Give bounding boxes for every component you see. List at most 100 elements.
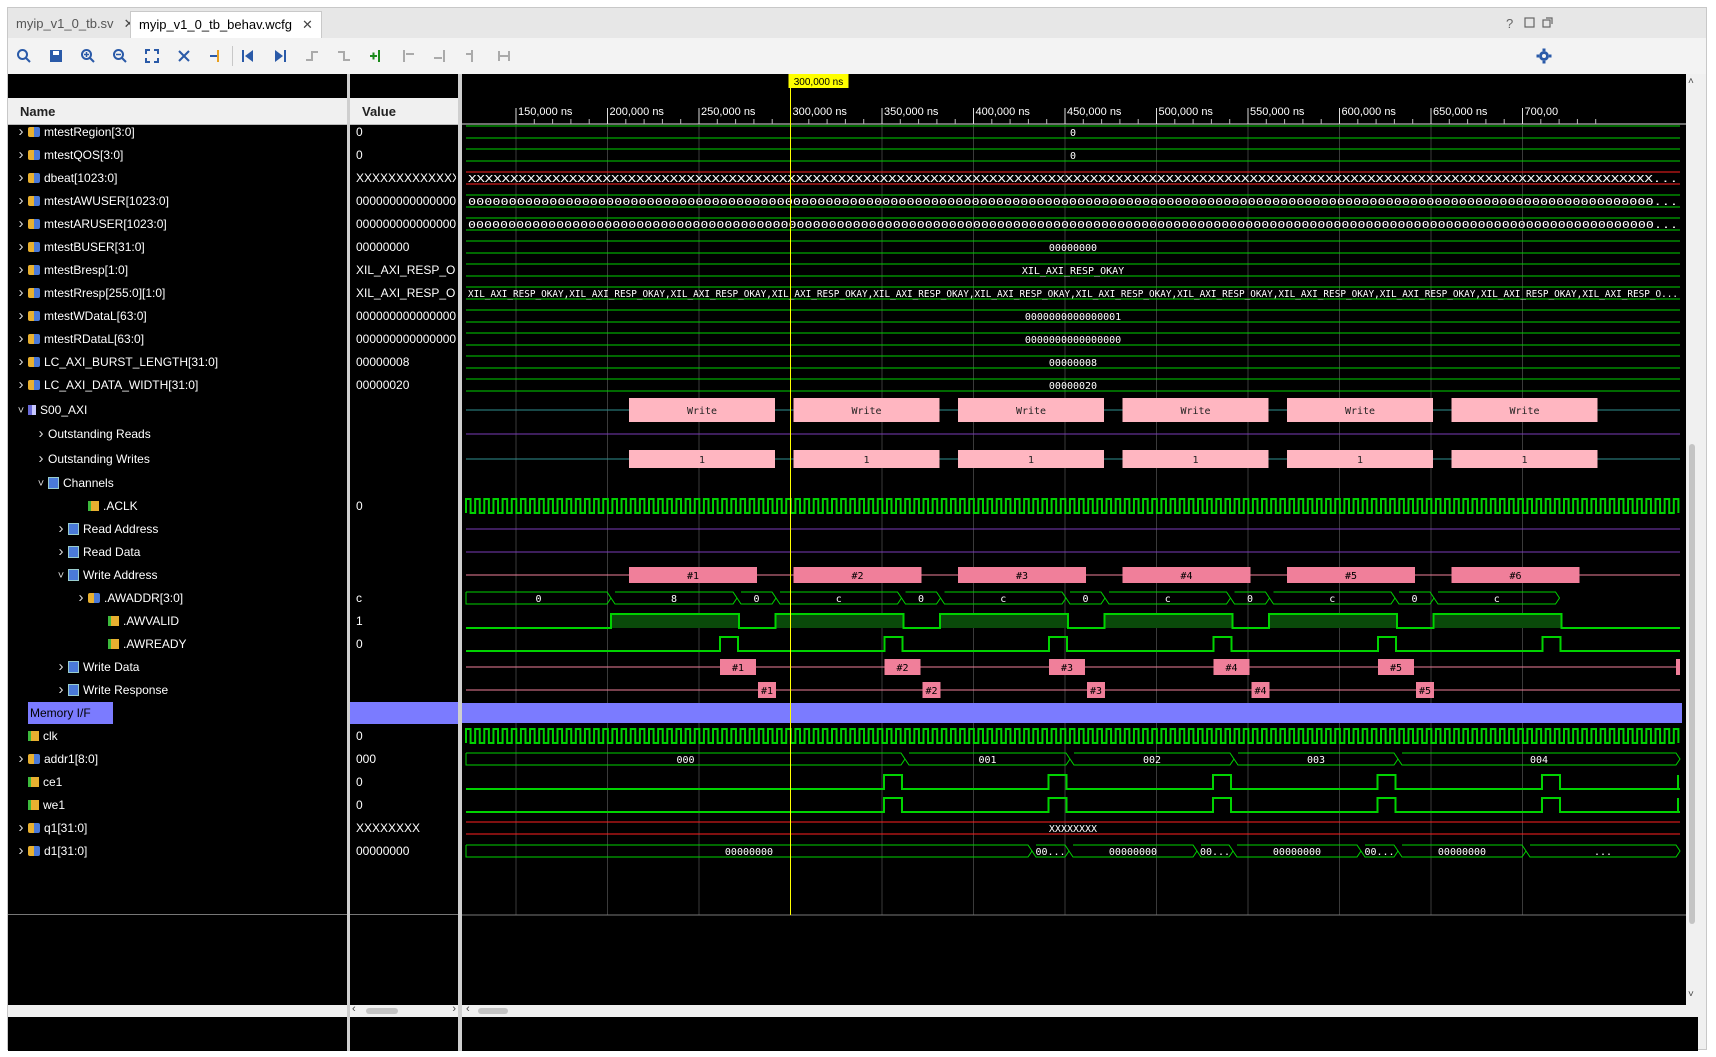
signal-row[interactable]: › mtestRresp[255:0][1:0]: [8, 282, 166, 304]
collapse-chevron-icon[interactable]: ˅: [34, 473, 48, 495]
signal-name: mtestRresp[255:0][1:0]: [44, 286, 166, 300]
signal-row[interactable]: › addr1[8:0]: [8, 748, 99, 770]
expand-chevron-icon[interactable]: ›: [54, 541, 68, 563]
scroll-down-icon[interactable]: ˅: [1688, 989, 1694, 1000]
signal-row[interactable]: we1: [8, 794, 65, 816]
signal-row[interactable]: › mtestARUSER[1023:0]: [8, 213, 167, 235]
scroll-left-icon[interactable]: ‹: [466, 1003, 470, 1015]
expand-chevron-icon[interactable]: ›: [14, 236, 28, 258]
expand-chevron-icon[interactable]: ›: [14, 374, 28, 396]
value-hscrollbar[interactable]: ‹ ›: [350, 1003, 458, 1017]
signal-row[interactable]: .ACLK: [8, 495, 138, 517]
signal-row[interactable]: › LC_AXI_BURST_LENGTH[31:0]: [8, 351, 219, 373]
expand-chevron-icon[interactable]: ›: [54, 656, 68, 678]
waveform-canvas[interactable]: 150,000 ns 200,000 ns 250,000 ns 300,000 ns…: [462, 74, 1698, 1005]
wave-vscrollbar[interactable]: ˄ ˅: [1686, 74, 1698, 1005]
go-to-end-icon[interactable]: [268, 44, 292, 68]
collapse-chevron-icon[interactable]: ˅: [14, 400, 28, 422]
scroll-left-icon[interactable]: ‹: [352, 1003, 356, 1015]
expand-chevron-icon[interactable]: ›: [14, 817, 28, 839]
expand-chevron-icon[interactable]: ›: [14, 213, 28, 235]
search-icon[interactable]: [12, 44, 36, 68]
expand-chevron-icon[interactable]: ›: [14, 328, 28, 350]
next-marker-icon[interactable]: [428, 44, 452, 68]
signal-row[interactable]: .AWREADY: [8, 633, 187, 655]
signal-row[interactable]: › Outstanding Writes: [8, 448, 150, 470]
zoom-fit-icon[interactable]: [140, 44, 164, 68]
signal-row[interactable]: ˅ Write Address: [8, 564, 158, 587]
settings-icon[interactable]: [1532, 44, 1556, 68]
expand-chevron-icon[interactable]: ›: [14, 121, 28, 143]
signal-row[interactable]: › mtestRDataL[63:0]: [8, 328, 145, 350]
signal-row[interactable]: ˅ S00_AXI: [8, 399, 88, 422]
signal-row[interactable]: › mtestBUSER[31:0]: [8, 236, 145, 258]
save-icon[interactable]: [44, 44, 68, 68]
signal-name: Outstanding Reads: [48, 427, 151, 441]
expand-chevron-icon[interactable]: ›: [74, 587, 88, 609]
value-scroll-thumb[interactable]: [366, 1008, 398, 1014]
name-hscrollbar[interactable]: [8, 1005, 347, 1017]
signal-row[interactable]: › .AWADDR[3:0]: [8, 587, 184, 609]
signal-row[interactable]: clk: [8, 725, 58, 747]
signal-row[interactable]: › Read Address: [8, 518, 159, 540]
signal-row[interactable]: › mtestRegion[3:0]: [8, 121, 135, 143]
signal-row[interactable]: .AWVALID: [8, 610, 179, 632]
prev-transition-icon[interactable]: [300, 44, 324, 68]
signal-row[interactable]: › mtestQOS[3:0]: [8, 144, 124, 166]
zoom-out-icon[interactable]: [108, 44, 132, 68]
signal-row[interactable]: › Write Response: [8, 679, 169, 701]
add-marker-icon[interactable]: [204, 44, 228, 68]
next-transition-icon[interactable]: [332, 44, 356, 68]
expand-chevron-icon[interactable]: ›: [14, 351, 28, 373]
add-marker-plus-icon[interactable]: [364, 44, 388, 68]
signal-row[interactable]: › dbeat[1023:0]: [8, 167, 118, 189]
signal-row[interactable]: › mtestWDataL[63:0]: [8, 305, 147, 327]
scroll-up-icon[interactable]: ˄: [1688, 76, 1694, 87]
expand-chevron-icon[interactable]: ›: [14, 144, 28, 166]
restore-icon[interactable]: [1524, 16, 1535, 31]
cursor-icon[interactable]: [172, 44, 196, 68]
expand-chevron-icon[interactable]: ›: [54, 679, 68, 701]
expand-chevron-icon[interactable]: ›: [34, 423, 48, 445]
go-to-start-icon[interactable]: [236, 44, 260, 68]
help-icon[interactable]: ?: [1506, 16, 1513, 31]
tab-behav-wcfg[interactable]: myip_v1_0_tb_behav.wcfg ✕: [130, 11, 322, 38]
signal-value: 00000000: [356, 844, 410, 858]
wave-hscrollbar[interactable]: ‹: [462, 1003, 1698, 1017]
signal-value: 00000020: [356, 378, 410, 392]
scroll-right-icon[interactable]: ›: [452, 1003, 456, 1015]
signal-row[interactable]: › Outstanding Reads: [8, 423, 151, 445]
signal-row[interactable]: › Read Data: [8, 541, 141, 563]
expand-chevron-icon[interactable]: ›: [14, 748, 28, 770]
expand-chevron-icon[interactable]: ›: [54, 518, 68, 540]
close-icon[interactable]: ✕: [302, 17, 313, 32]
expand-chevron-icon[interactable]: ›: [14, 190, 28, 212]
signal-row[interactable]: › q1[31:0]: [8, 817, 88, 839]
maximize-icon[interactable]: [1542, 16, 1553, 31]
signal-row[interactable]: Memory I/F: [8, 702, 113, 724]
waveform-panel[interactable]: 150,000 ns 200,000 ns 250,000 ns 300,000 ns…: [462, 74, 1698, 1051]
signal-row[interactable]: › d1[31:0]: [8, 840, 88, 862]
expand-chevron-icon[interactable]: ›: [14, 840, 28, 862]
collapse-chevron-icon[interactable]: ˅: [54, 565, 68, 587]
wave-scroll-thumb[interactable]: [478, 1008, 508, 1014]
prev-marker-icon[interactable]: [396, 44, 420, 68]
signal-row[interactable]: › LC_AXI_DATA_WIDTH[31:0]: [8, 374, 199, 396]
signal-row[interactable]: › mtestAWUSER[1023:0]: [8, 190, 169, 212]
expand-chevron-icon[interactable]: ›: [34, 448, 48, 470]
wave-vscroll-thumb[interactable]: [1689, 444, 1695, 924]
tab-tb-sv[interactable]: myip_v1_0_tb.sv✕: [8, 11, 142, 38]
zoom-in-icon[interactable]: [76, 44, 100, 68]
high-fill: [775, 614, 904, 628]
signal-row[interactable]: › mtestBresp[1:0]: [8, 259, 129, 281]
expand-chevron-icon[interactable]: ›: [14, 167, 28, 189]
expand-chevron-icon[interactable]: ›: [14, 259, 28, 281]
signal-row[interactable]: ce1: [8, 771, 62, 793]
expand-chevron-icon[interactable]: ›: [14, 282, 28, 304]
signal-name: .AWVALID: [123, 614, 180, 628]
expand-chevron-icon[interactable]: ›: [14, 305, 28, 327]
snap-icon[interactable]: [492, 44, 516, 68]
signal-row[interactable]: › Write Data: [8, 656, 140, 678]
signal-row[interactable]: ˅ Channels: [8, 472, 114, 494]
swap-cursors-icon[interactable]: [460, 44, 484, 68]
